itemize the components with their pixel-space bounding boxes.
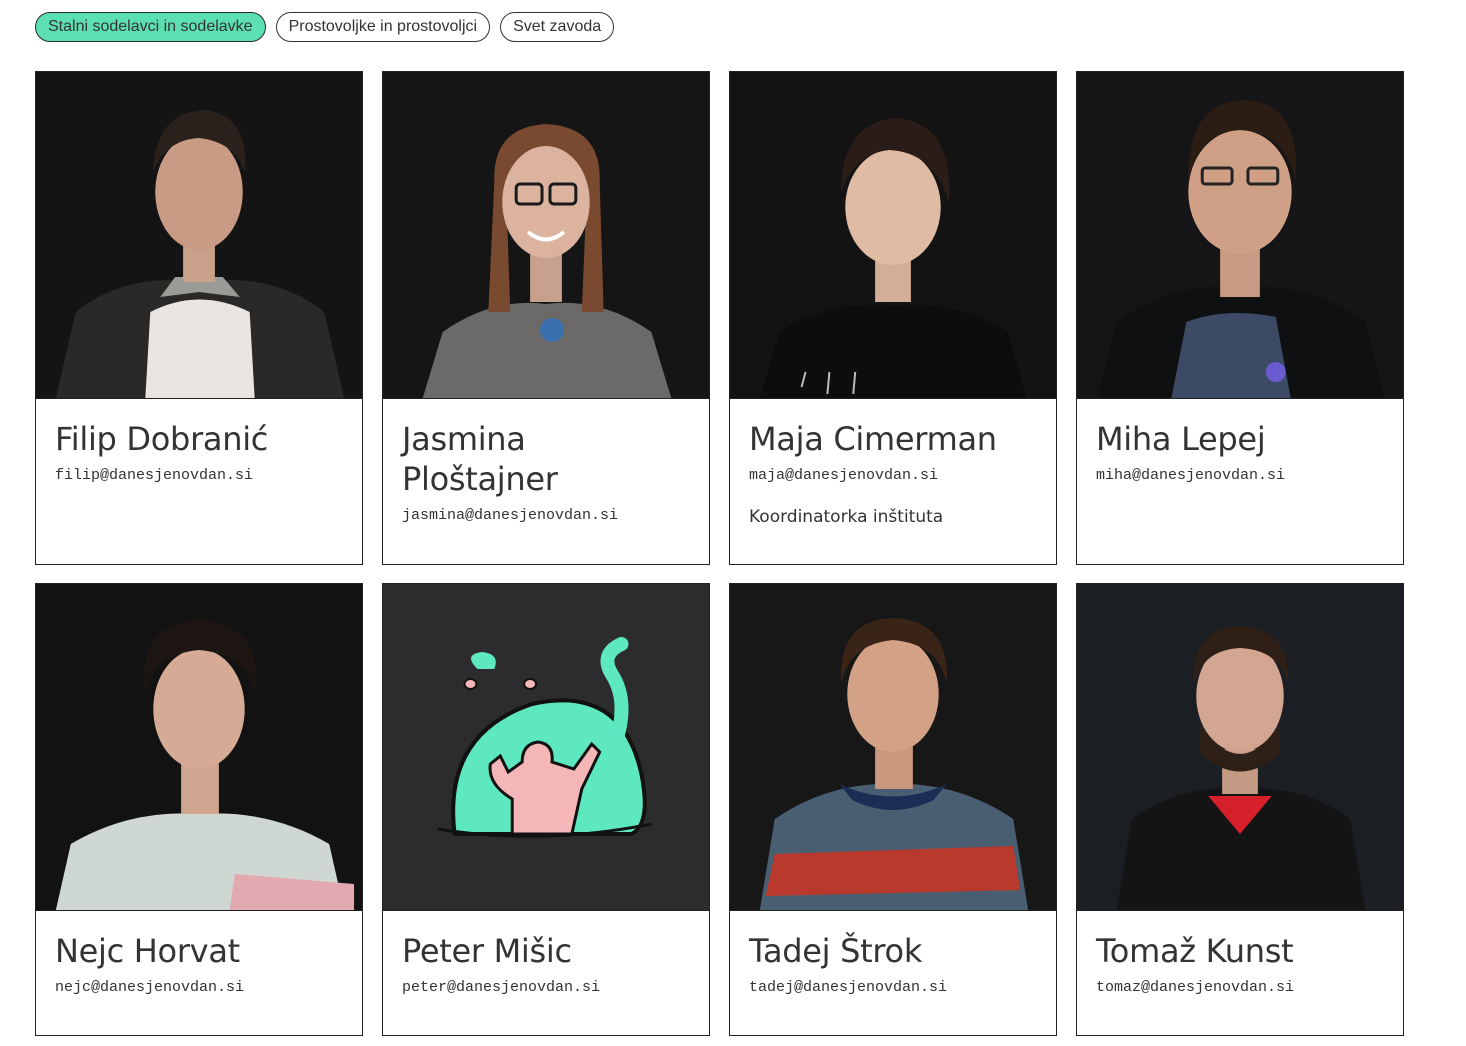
person-info: Maja Cimerman maja@danesjenovdan.si Koor… bbox=[730, 399, 1056, 529]
person-email[interactable]: filip@danesjenovdan.si bbox=[55, 465, 343, 487]
person-name: Filip Dobranić bbox=[55, 420, 269, 458]
person-name: Maja Cimerman bbox=[749, 420, 997, 458]
person-email[interactable]: nejc@danesjenovdan.si bbox=[55, 977, 343, 999]
person-info: Tadej Štrok tadej@danesjenovdan.si bbox=[730, 911, 1056, 999]
person-info: Tomaž Kunst tomaz@danesjenovdan.si bbox=[1077, 911, 1403, 999]
person-card[interactable]: Nejc Horvat nejc@danesjenovdan.si bbox=[35, 583, 363, 1036]
person-illustration bbox=[383, 584, 709, 911]
person-card[interactable]: Jasmina Ploštajner jasmina@danesjenovdan… bbox=[382, 71, 710, 565]
person-card[interactable]: Peter Mišic peter@danesjenovdan.si bbox=[382, 583, 710, 1036]
person-email[interactable]: jasmina@danesjenovdan.si bbox=[402, 505, 690, 527]
person-photo bbox=[36, 72, 362, 399]
person-email[interactable]: tomaz@danesjenovdan.si bbox=[1096, 977, 1384, 999]
person-card[interactable]: Tadej Štrok tadej@danesjenovdan.si bbox=[729, 583, 1057, 1036]
person-card[interactable]: Tomaž Kunst tomaz@danesjenovdan.si bbox=[1076, 583, 1404, 1036]
person-name: Jasmina Ploštajner bbox=[402, 420, 558, 498]
person-photo bbox=[1077, 72, 1403, 399]
person-role: Koordinatorka inštituta bbox=[749, 507, 944, 527]
person-name: Miha Lepej bbox=[1096, 420, 1266, 458]
person-photo bbox=[730, 72, 1056, 399]
person-email[interactable]: maja@danesjenovdan.si bbox=[749, 465, 1037, 487]
person-name: Tadej Štrok bbox=[749, 932, 923, 970]
person-email[interactable]: miha@danesjenovdan.si bbox=[1096, 465, 1384, 487]
person-email[interactable]: tadej@danesjenovdan.si bbox=[749, 977, 1037, 999]
person-info: Nejc Horvat nejc@danesjenovdan.si bbox=[36, 911, 362, 999]
person-photo bbox=[36, 584, 362, 911]
person-card[interactable]: Filip Dobranić filip@danesjenovdan.si bbox=[35, 71, 363, 565]
tab-svet-zavoda[interactable]: Svet zavoda bbox=[500, 12, 615, 42]
team-grid: Filip Dobranić filip@danesjenovdan.si Ja… bbox=[35, 71, 1404, 1036]
person-info: Filip Dobranić filip@danesjenovdan.si bbox=[36, 399, 362, 487]
person-photo bbox=[383, 72, 709, 399]
person-info: Jasmina Ploštajner jasmina@danesjenovdan… bbox=[383, 399, 709, 527]
person-name: Tomaž Kunst bbox=[1096, 932, 1294, 970]
team-filter-tabs: Stalni sodelavci in sodelavke Prostovolj… bbox=[35, 12, 615, 42]
person-photo bbox=[1077, 584, 1403, 911]
person-info: Peter Mišic peter@danesjenovdan.si bbox=[383, 911, 709, 999]
person-info: Miha Lepej miha@danesjenovdan.si bbox=[1077, 399, 1403, 487]
person-card[interactable]: Maja Cimerman maja@danesjenovdan.si Koor… bbox=[729, 71, 1057, 565]
person-photo bbox=[730, 584, 1056, 911]
tab-stalni-sodelavci[interactable]: Stalni sodelavci in sodelavke bbox=[35, 12, 266, 42]
person-name: Nejc Horvat bbox=[55, 932, 240, 970]
person-name: Peter Mišic bbox=[402, 932, 572, 970]
person-card[interactable]: Miha Lepej miha@danesjenovdan.si bbox=[1076, 71, 1404, 565]
tab-prostovoljci[interactable]: Prostovoljke in prostovoljci bbox=[275, 12, 491, 42]
person-email[interactable]: peter@danesjenovdan.si bbox=[402, 977, 690, 999]
